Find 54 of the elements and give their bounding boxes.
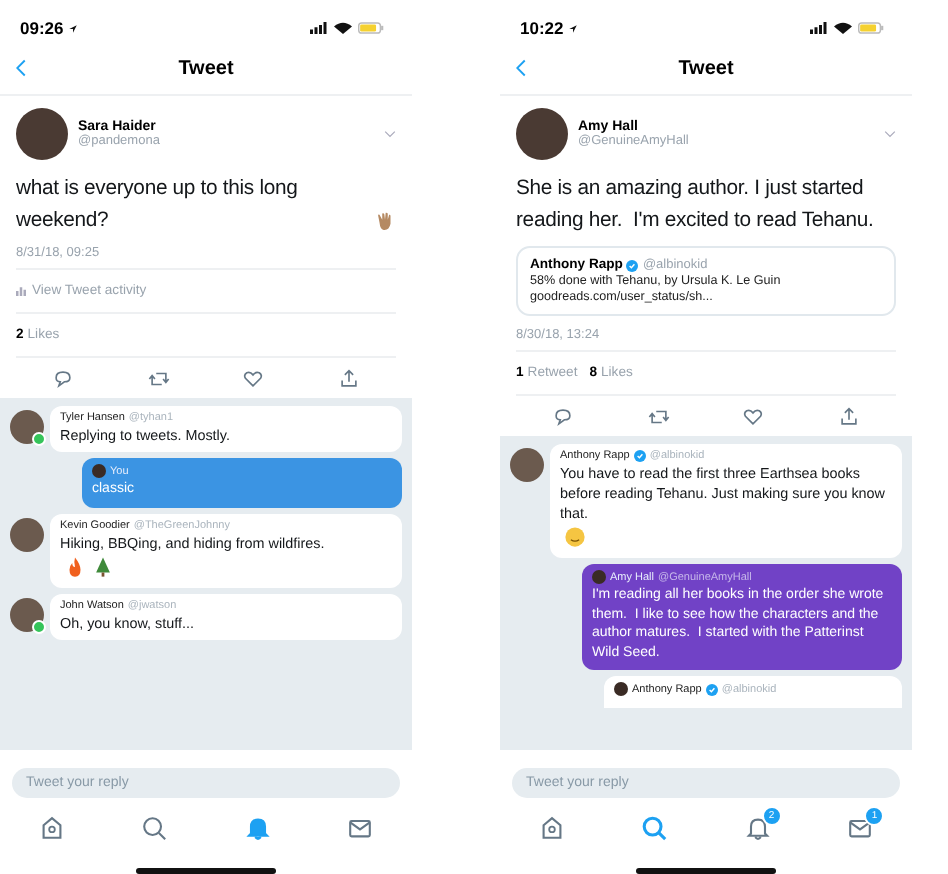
signal-icon: [310, 22, 328, 34]
mail-icon: [846, 814, 875, 842]
back-icon[interactable]: [16, 58, 26, 78]
retweet-icon[interactable]: [147, 368, 170, 391]
battery-icon: [358, 22, 384, 34]
search-icon: [140, 814, 169, 842]
mail-icon: [346, 814, 375, 842]
status-time: 10:22: [520, 18, 564, 38]
avatar[interactable]: [516, 108, 568, 160]
avatar: [614, 682, 628, 697]
home-icon: [37, 814, 66, 842]
search-icon: [640, 814, 669, 842]
home-indicator: [136, 868, 276, 874]
tab[interactable]: [537, 814, 566, 842]
bar-chart-icon: [16, 286, 26, 297]
bell-icon: [243, 814, 272, 842]
avatar[interactable]: [10, 410, 44, 445]
battery-icon: [858, 22, 884, 34]
avatar: [92, 464, 106, 479]
avatar[interactable]: [510, 448, 544, 483]
tweet-text: what is everyone up to this long weekend?: [16, 176, 300, 236]
waving-hand-icon: [374, 210, 396, 233]
tab[interactable]: [140, 814, 169, 842]
avatar[interactable]: [10, 517, 44, 552]
screen-title: Tweet: [678, 57, 734, 79]
tab[interactable]: [346, 814, 375, 842]
home-icon: [537, 814, 566, 842]
tab[interactable]: [243, 814, 272, 842]
status-time: 09:26: [20, 18, 64, 38]
like-icon[interactable]: [742, 406, 765, 429]
reply-icon[interactable]: [552, 406, 575, 429]
share-icon[interactable]: [337, 368, 360, 391]
fire-icon: [64, 555, 86, 578]
screen-title: Tweet: [178, 57, 234, 79]
smile-icon: [564, 526, 586, 549]
location-arrow-icon: [567, 23, 578, 33]
retweet-icon[interactable]: [647, 406, 670, 429]
wifi-icon: [334, 22, 352, 34]
back-icon[interactable]: [516, 58, 526, 78]
avatar: [592, 570, 606, 585]
tab[interactable]: [37, 814, 66, 842]
like-icon[interactable]: [242, 368, 265, 391]
location-arrow-icon: [67, 23, 78, 33]
wifi-icon: [834, 22, 852, 34]
tree-icon: [92, 555, 114, 578]
home-indicator: [636, 868, 776, 874]
share-icon[interactable]: [837, 406, 860, 429]
avatar[interactable]: [10, 597, 44, 632]
tab[interactable]: [640, 814, 669, 842]
reply-icon[interactable]: [52, 368, 75, 391]
avatar[interactable]: [16, 108, 68, 160]
bell-icon: [743, 814, 772, 842]
tweet-text: She is an amazing author. I just started reading her. I'm excited to read Tehanu.: [516, 176, 876, 236]
signal-icon: [810, 22, 828, 34]
